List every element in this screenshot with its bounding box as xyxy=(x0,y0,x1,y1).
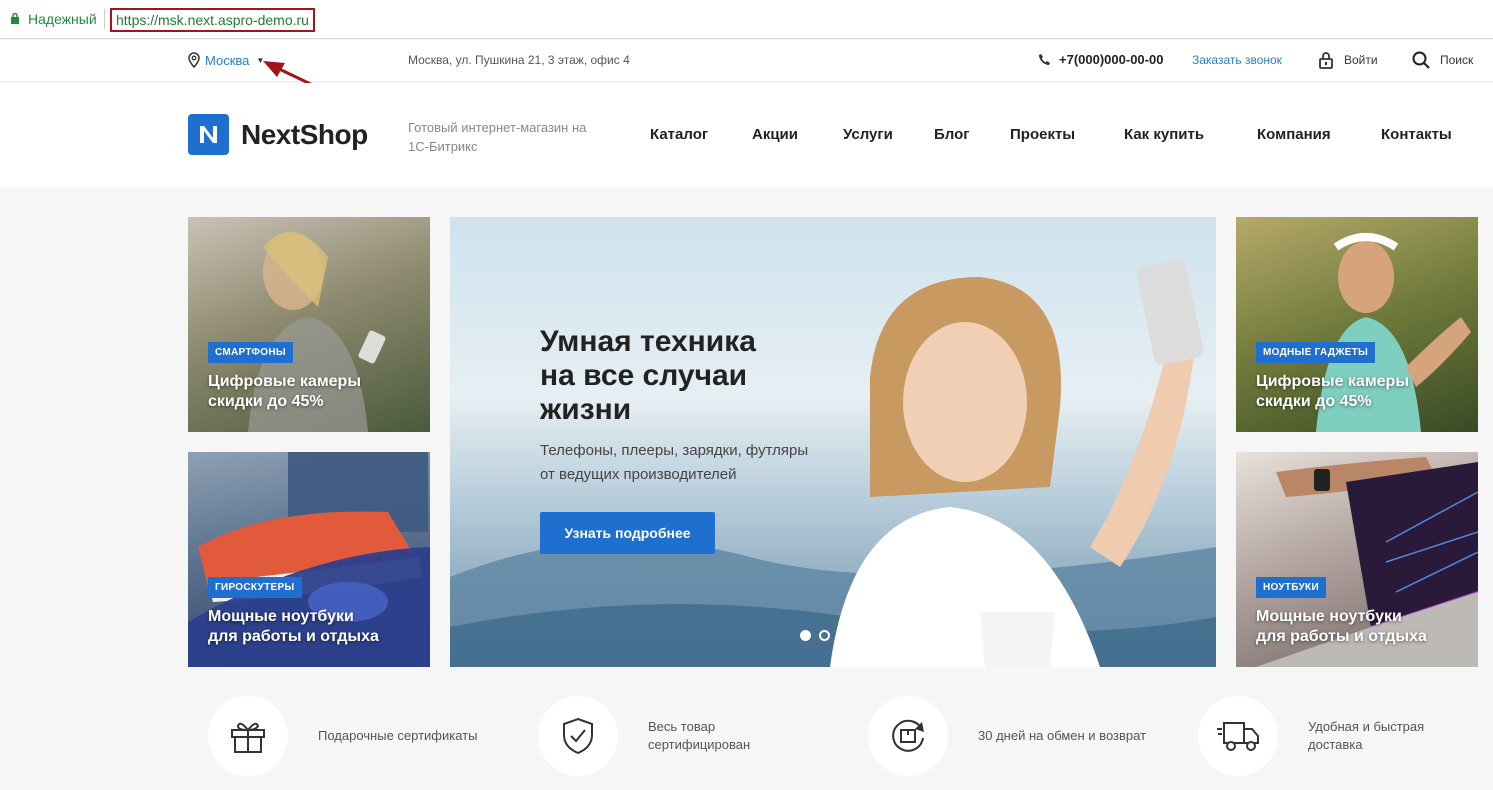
promo-tile-smartphones[interactable]: СМАРТФОНЫ Цифровые камеры скидки до 45% xyxy=(188,217,430,432)
site-logo[interactable]: NextShop xyxy=(188,114,368,155)
city-name: Москва xyxy=(205,52,250,68)
slider-dot[interactable] xyxy=(838,630,849,641)
learn-more-button[interactable]: Узнать подробнее xyxy=(540,512,715,554)
category-badge: СМАРТФОНЫ xyxy=(208,342,293,363)
feature-gift-certificates: Подарочные сертификаты xyxy=(208,696,488,776)
nav-catalog[interactable]: Каталог xyxy=(650,126,708,143)
site-tagline: Готовый интернет-магазин на 1С-Битрикс xyxy=(408,120,587,154)
nav-contacts[interactable]: Контакты xyxy=(1381,126,1452,143)
feature-delivery: Удобная и быстрая доставка xyxy=(1198,696,1478,776)
hero-title: Умная техника на все случаи жизни xyxy=(540,325,756,426)
feature-text: Весь товар сертифицирован xyxy=(648,719,751,752)
feature-icon-circle xyxy=(1198,696,1278,776)
feature-certified: Весь товар сертифицирован xyxy=(538,696,818,776)
nav-company[interactable]: Компания xyxy=(1257,126,1331,143)
url-field[interactable]: https://msk.next.aspro-demo.ru xyxy=(110,8,315,32)
slider-dot[interactable] xyxy=(857,630,868,641)
city-selector[interactable]: Москва ▼ xyxy=(188,52,264,68)
category-badge: ГИРОСКУТЕРЫ xyxy=(208,577,302,598)
location-pin-icon xyxy=(188,52,200,68)
callback-link[interactable]: Заказать звонок xyxy=(1192,53,1282,67)
promo-title: Цифровые камеры скидки до 45% xyxy=(1256,373,1409,410)
category-badge: МОДНЫЕ ГАДЖЕТЫ xyxy=(1256,342,1376,363)
slider-dot[interactable] xyxy=(819,630,830,641)
nav-blog[interactable]: Блог xyxy=(934,126,970,143)
divider xyxy=(104,9,105,29)
category-badge: НОУТБУКИ xyxy=(1256,577,1326,598)
logo-text: NextShop xyxy=(241,118,368,150)
gift-icon xyxy=(231,722,265,753)
logo-mark xyxy=(188,114,229,155)
feature-text: Подарочные сертификаты xyxy=(318,728,478,743)
slider-dots xyxy=(800,630,868,641)
feature-icon-circle xyxy=(208,696,288,776)
phone-text: +7(000)000-00-00 xyxy=(1059,52,1164,67)
shield-check-icon xyxy=(563,717,593,755)
login-button[interactable]: Войти xyxy=(1318,51,1378,69)
hero-subtitle: Телефоны, плееры, зарядки, футляры от ве… xyxy=(540,442,809,483)
slider-dot[interactable] xyxy=(800,630,811,641)
search-label: Поиск xyxy=(1440,53,1474,67)
phone-number[interactable]: +7(000)000-00-00 xyxy=(1038,52,1163,67)
feature-text: 30 дней на обмен и возврат xyxy=(978,728,1147,743)
feature-returns: 30 дней на обмен и возврат xyxy=(868,696,1148,776)
feature-icon-circle xyxy=(538,696,618,776)
feature-text: Удобная и быстрая доставка xyxy=(1308,719,1425,752)
nav-services[interactable]: Услуги xyxy=(843,126,893,143)
return-box-icon xyxy=(892,719,924,752)
delivery-truck-icon xyxy=(1217,722,1259,751)
promo-tile-gadgets[interactable]: МОДНЫЕ ГАДЖЕТЫ Цифровые камеры скидки до… xyxy=(1236,217,1478,432)
browser-address-bar: Надежный https://msk.next.aspro-demo.ru xyxy=(0,0,1493,39)
promo-tile-laptops[interactable]: НОУТБУКИ Мощные ноутбуки для работы и от… xyxy=(1236,452,1478,667)
nav-projects[interactable]: Проекты xyxy=(1010,126,1075,143)
store-address: Москва, ул. Пушкина 21, 3 этаж, офис 4 xyxy=(408,53,630,67)
search-button[interactable]: Поиск xyxy=(1412,51,1473,69)
nav-sales[interactable]: Акции xyxy=(752,126,798,143)
site-header: NextShop Готовый интернет-магазин на 1С-… xyxy=(0,83,1493,187)
promo-tile-gyroscooters[interactable]: ГИРОСКУТЕРЫ Мощные ноутбуки для работы и… xyxy=(188,452,430,667)
nav-how-to-buy[interactable]: Как купить xyxy=(1124,126,1204,143)
lock-icon xyxy=(11,13,19,24)
hero-slider[interactable]: Умная техника на все случаи жизни Телефо… xyxy=(450,217,1216,667)
promo-title: Мощные ноутбуки для работы и отдыха xyxy=(1256,608,1427,645)
secure-label: Надежный xyxy=(28,11,97,27)
phone-icon xyxy=(1039,54,1050,65)
login-label: Войти xyxy=(1344,53,1378,67)
promo-title: Цифровые камеры скидки до 45% xyxy=(208,373,361,410)
padlock-icon xyxy=(1319,52,1333,69)
feature-icon-circle xyxy=(868,696,948,776)
top-bar: Москва ▼ Москва, ул. Пушкина 21, 3 этаж,… xyxy=(0,40,1493,82)
search-icon xyxy=(1412,51,1430,69)
promo-title: Мощные ноутбуки для работы и отдыха xyxy=(208,608,379,645)
